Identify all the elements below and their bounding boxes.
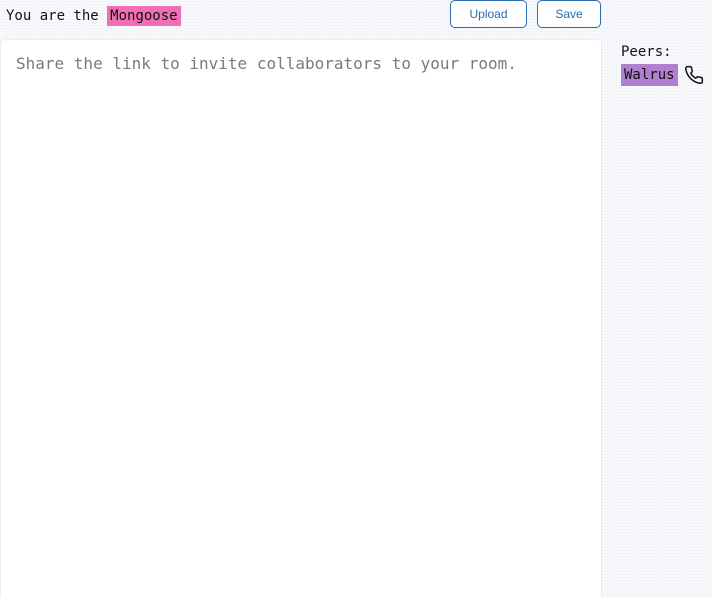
peers-panel: Peers: Walrus bbox=[621, 43, 704, 86]
editor-textarea[interactable] bbox=[16, 54, 586, 584]
peers-title: Peers: bbox=[621, 44, 672, 60]
phone-icon[interactable] bbox=[684, 65, 704, 85]
identity-line: You are the Mongoose bbox=[6, 6, 181, 26]
upload-button[interactable]: Upload bbox=[450, 0, 527, 28]
identity-prefix: You are the bbox=[6, 8, 108, 24]
peer-name-badge: Walrus bbox=[621, 64, 678, 86]
save-button[interactable]: Save bbox=[537, 0, 601, 28]
peer-item: Walrus bbox=[621, 64, 704, 86]
editor-panel bbox=[1, 40, 601, 598]
user-name-badge: Mongoose bbox=[107, 6, 181, 26]
